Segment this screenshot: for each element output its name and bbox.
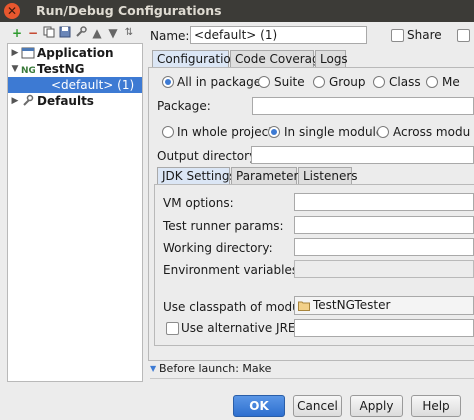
use-alternative-jre-checkbox[interactable] [166,322,179,335]
package-label: Package: [157,99,211,113]
tab-logs[interactable]: Logs [315,50,348,68]
tree-item-application[interactable]: ▶ Application [8,45,142,61]
alternative-jre-field[interactable] [294,319,474,337]
tab-listeners[interactable]: Listeners [298,167,358,185]
apply-button[interactable]: Apply [350,395,403,417]
vm-options-label: VM options: [163,196,234,210]
window-title: Run/Debug Configurations [36,3,222,18]
search-across-modules-radio[interactable] [377,126,389,138]
before-launch-expand-icon[interactable]: ▼ [150,364,156,373]
search-single-module-label: In single module [284,125,384,139]
search-single-module-radio[interactable] [268,126,280,138]
copy-icon[interactable] [42,26,56,40]
cancel-button[interactable]: Cancel [293,395,342,417]
save-icon[interactable] [58,26,72,40]
share-checkbox[interactable] [391,29,404,42]
add-icon[interactable]: + [10,26,24,40]
title-bar: ✕ Run/Debug Configurations [0,0,474,22]
share-label: Share [407,28,442,42]
expand-icon[interactable]: ▶ [10,93,20,109]
package-field[interactable] [252,97,474,115]
scope-group-label: Group [329,75,366,89]
wrench-icon[interactable] [74,26,88,40]
test-runner-params-label: Test runner params: [163,219,284,233]
configuration-tree[interactable]: ▶ Application ▼ NG TestNG <default> (1) … [7,43,143,382]
classpath-module-value: TestNGTester [313,298,391,312]
tab-configuration[interactable]: Configuration [152,50,238,68]
sort-icon[interactable]: ⇅ [122,26,136,40]
remove-icon[interactable]: − [26,26,40,40]
tab-code-coverage[interactable]: Code Coverage [230,50,327,68]
scope-all-in-package-radio[interactable] [162,76,174,88]
ok-button[interactable]: OK [233,395,285,417]
classpath-module-label: Use classpath of module: [163,300,315,314]
use-alternative-jre-label: Use alternative JRE: [181,321,300,335]
search-across-modules-label: Across modu [393,125,471,139]
help-button[interactable]: Help [411,395,461,417]
output-directory-label: Output directory: [157,149,260,163]
second-checkbox[interactable] [457,29,470,42]
module-folder-icon [298,301,310,311]
output-directory-field[interactable] [251,146,474,164]
application-icon [21,47,35,59]
move-down-icon[interactable]: ▼ [106,26,120,40]
collapse-icon[interactable]: ▼ [10,61,20,77]
move-up-icon[interactable]: ▲ [90,26,104,40]
environment-variables-field[interactable] [294,260,474,278]
scope-method-label: Me [442,75,460,89]
environment-variables-label: Environment variables: [163,263,303,277]
search-whole-project-label: In whole project [177,125,273,139]
name-field[interactable]: <default> (1) [190,26,367,44]
expand-icon[interactable]: ▶ [10,45,20,61]
search-whole-project-radio[interactable] [162,126,174,138]
scope-suite-radio[interactable] [258,76,270,88]
tab-parameters[interactable]: Parameters [231,167,305,185]
testng-icon: NG [21,66,35,76]
vm-options-field[interactable] [294,193,474,211]
scope-class-radio[interactable] [373,76,385,88]
scope-all-in-package-label: All in package [177,75,262,89]
tree-item-default[interactable]: <default> (1) [8,77,142,93]
scope-group-radio[interactable] [313,76,325,88]
tree-item-defaults[interactable]: ▶ Defaults [8,93,142,109]
close-icon[interactable]: ✕ [4,3,20,19]
test-runner-params-field[interactable] [294,216,474,234]
scope-suite-label: Suite [274,75,305,89]
classpath-module-select[interactable]: TestNGTester [294,296,474,315]
tree-item-testng[interactable]: ▼ NG TestNG [8,61,142,77]
scope-method-radio[interactable] [426,76,438,88]
working-directory-field[interactable] [294,238,474,256]
defaults-wrench-icon [23,94,34,106]
name-label: Name: [150,29,190,43]
working-directory-label: Working directory: [163,241,273,255]
divider [150,378,474,379]
svg-text:NG: NG [21,66,35,76]
before-launch-label[interactable]: Before launch: Make [159,362,271,375]
scope-class-label: Class [389,75,421,89]
tab-jdk-settings[interactable]: JDK Settings [157,167,236,185]
